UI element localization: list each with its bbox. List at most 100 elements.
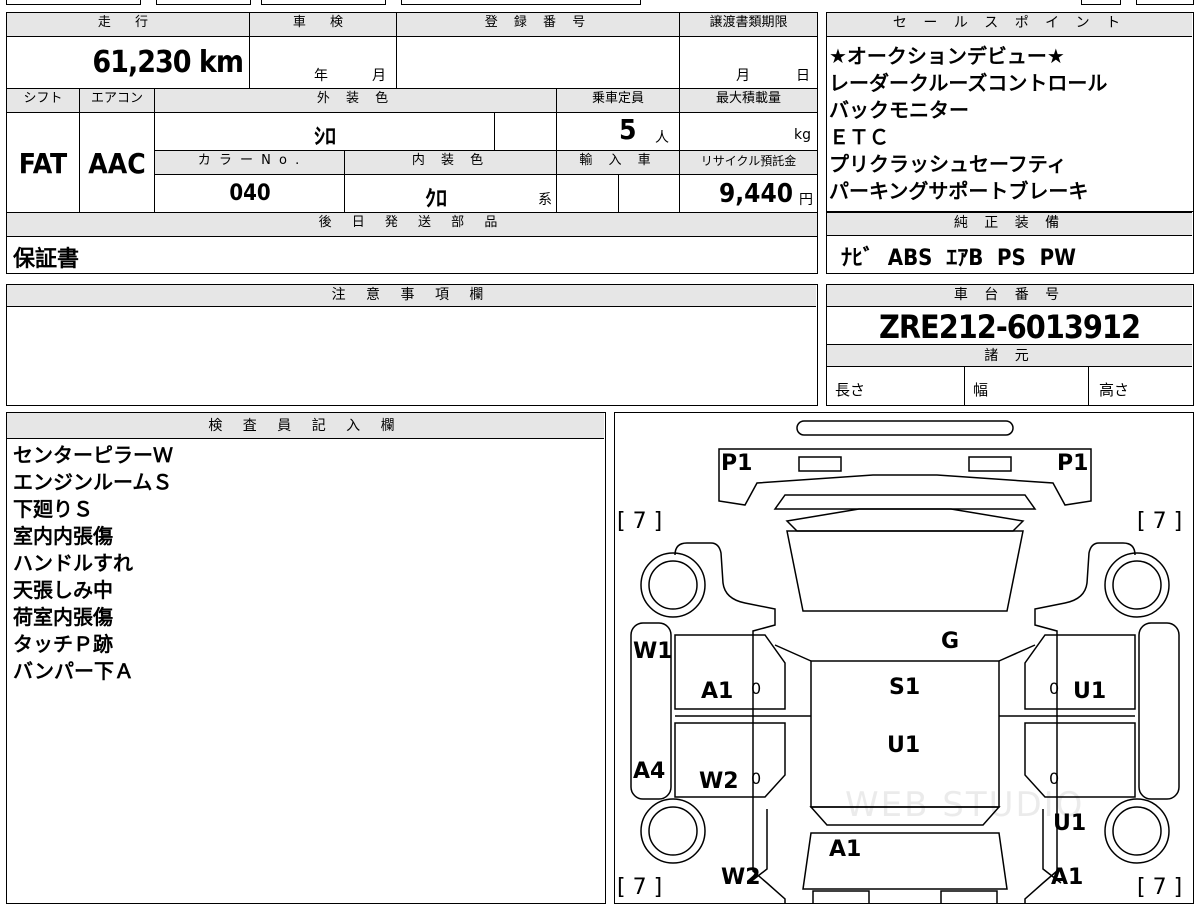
mark-p1-left: P1 [721, 451, 753, 476]
recycle-unit: 円 [799, 192, 813, 208]
exterior-color-cell: ｼﾛ [155, 113, 495, 151]
sales-point-item: バックモニター [829, 98, 969, 122]
mark-u1-right-front-door: U1 [1073, 679, 1107, 704]
aircon-value: AAC [88, 147, 146, 180]
genuine-equipment-label: 純 正 装 備 [827, 212, 1192, 236]
capacity-value: 5 [619, 113, 637, 146]
import-label: 輸 入 車 [557, 151, 680, 175]
aircon-label: エアコン [80, 89, 155, 113]
spec-length-cell: 長さ [827, 367, 965, 405]
exterior-color-extra-cell [495, 113, 557, 151]
sales-points-label: セ ー ル ス ポ イ ン ト [827, 13, 1192, 37]
max-load-cell: kg [680, 113, 817, 151]
sales-points-panel: セ ー ル ス ポ イ ン ト ★オークションデビュー★ レーダークルーズコント… [826, 12, 1194, 212]
import-cell-b [619, 175, 680, 213]
later-parts-label: 後 日 発 送 部 品 [7, 213, 817, 237]
mileage-label: 走 行 [7, 13, 250, 37]
specs-label: 諸 元 [827, 345, 1192, 367]
aircon-cell: AAC [80, 113, 155, 213]
spec-width-cell: 幅 [965, 367, 1089, 405]
max-load-unit: kg [794, 127, 811, 143]
later-parts-value: 保証書 [13, 247, 80, 272]
interior-color-label: 内 装 色 [345, 151, 557, 175]
color-no-value: 040 [229, 181, 271, 206]
mark-zero: 0 [1049, 679, 1060, 698]
mark-u1-right-rear-fender: U1 [1053, 811, 1087, 836]
interior-color-value: ｸﾛ [425, 187, 448, 212]
inspector-item: 天張しみ中 [13, 578, 113, 602]
spec-height-cell: 高さ [1089, 367, 1192, 405]
inspection-cell: 年 月 [250, 37, 397, 89]
sales-point-item: プリクラッシュセーフティ [829, 152, 1067, 176]
recycle-value: 9,440 [719, 179, 793, 209]
mark-zero: 0 [751, 769, 762, 788]
recycle-cell: 9,440 円 [680, 175, 817, 213]
inspector-item: センターピラーＷ [13, 443, 173, 467]
inspector-panel: 検 査 員 記 入 欄 センターピラーＷ エンジンルームＳ 下廻りＳ 室内内張傷… [6, 412, 606, 904]
mark-zero: 0 [1049, 769, 1060, 788]
color-no-cell: 040 [155, 175, 345, 213]
shift-value: FAT [18, 147, 68, 180]
transfer-deadline-label: 譲渡書類期限 [680, 13, 817, 37]
capacity-label: 乗車定員 [557, 89, 680, 113]
vehicle-info-panel: 走 行 車 検 登 録 番 号 譲渡書類期限 61,230 km 年 月 月 日… [6, 12, 818, 274]
interior-color-suffix: 系 [538, 192, 552, 208]
transfer-deadline-cell: 月 日 [680, 37, 817, 89]
inspector-item: エンジンルームＳ [13, 470, 173, 494]
chassis-label: 車 台 番 号 [827, 285, 1192, 307]
inspector-label: 検 査 員 記 入 欄 [7, 413, 604, 439]
mark-a1-rear: A1 [829, 837, 862, 862]
top-strip [6, 0, 1194, 6]
inspector-item: 下廻りＳ [13, 497, 93, 521]
inspector-item: ハンドルすれ [13, 551, 133, 575]
mileage-value: 61,230 km [92, 45, 244, 80]
inspector-list: センターピラーＷ エンジンルームＳ 下廻りＳ 室内内張傷 ハンドルすれ 天張しみ… [13, 442, 593, 685]
sales-point-item: ＥＴＣ [829, 125, 889, 149]
mark-s1-roof: S1 [889, 675, 921, 700]
notes-label: 注 意 事 項 欄 [7, 285, 816, 307]
mark-w1: W1 [633, 639, 673, 664]
sales-point-item: レーダークルーズコントロール [829, 71, 1108, 95]
watermark: WEB STUDIO [845, 785, 1085, 825]
interior-color-cell: ｸﾛ 系 [345, 175, 557, 213]
sales-point-item: パーキングサポートブレーキ [829, 179, 1089, 203]
inspector-item: 室内内張傷 [13, 524, 113, 548]
car-outline-diagram [630, 420, 1180, 903]
mark-a1-right-rear: A1 [1051, 865, 1084, 890]
transfer-month-unit: 月 [736, 68, 750, 84]
sales-point-item: ★オークションデビュー★ [829, 44, 1065, 68]
genuine-equipment-value: ﾅﾋﾞ ABS ｴｱB PS PW [841, 246, 1076, 271]
genuine-equipment-panel: 純 正 装 備 ﾅﾋﾞ ABS ｴｱB PS PW [826, 212, 1194, 274]
inspection-year-unit: 年 [314, 68, 328, 84]
color-no-label: カ ラ ー N o . [155, 151, 345, 175]
chassis-panel: 車 台 番 号 ZRE212-6013912 諸 元 長さ 幅 高さ [826, 284, 1194, 406]
mark-g: G [941, 629, 960, 654]
mark-p1-right: P1 [1057, 451, 1089, 476]
inspection-month-unit: 月 [372, 68, 386, 84]
damage-diagram-panel: WEB STUDIO P1 P1 [ 7 ] [ 7 ] [ 7 ] [ 7 ]… [614, 412, 1194, 904]
chassis-number: ZRE212-6013912 [827, 307, 1192, 346]
mark-zero: 0 [751, 679, 762, 698]
mark-a4: A4 [633, 759, 666, 784]
mark-tire-front-right: [ 7 ] [1137, 509, 1183, 534]
registration-label: 登 録 番 号 [397, 13, 680, 37]
inspection-label: 車 検 [250, 13, 397, 37]
exterior-color-label: 外 装 色 [155, 89, 557, 113]
later-parts-cell: 保証書 [7, 237, 817, 273]
registration-cell [397, 37, 680, 89]
capacity-unit: 人 [655, 130, 669, 146]
shift-cell: FAT [7, 113, 80, 213]
transfer-day-unit: 日 [796, 68, 810, 84]
notes-panel: 注 意 事 項 欄 [6, 284, 818, 406]
spec-length-label: 長さ [835, 381, 866, 399]
mark-w2-left-rear-fender: W2 [721, 865, 761, 890]
inspector-item: タッチＰ跡 [13, 632, 113, 656]
inspector-item: 荷室内張傷 [13, 605, 113, 629]
capacity-cell: 5 人 [557, 113, 680, 151]
inspector-item: バンパー下Ａ [13, 659, 134, 683]
exterior-color-value: ｼﾛ [313, 125, 336, 150]
shift-label: シフト [7, 89, 80, 113]
max-load-label: 最大積載量 [680, 89, 817, 113]
spec-height-label: 高さ [1099, 381, 1130, 399]
recycle-label: リサイクル預託金 [680, 151, 817, 175]
